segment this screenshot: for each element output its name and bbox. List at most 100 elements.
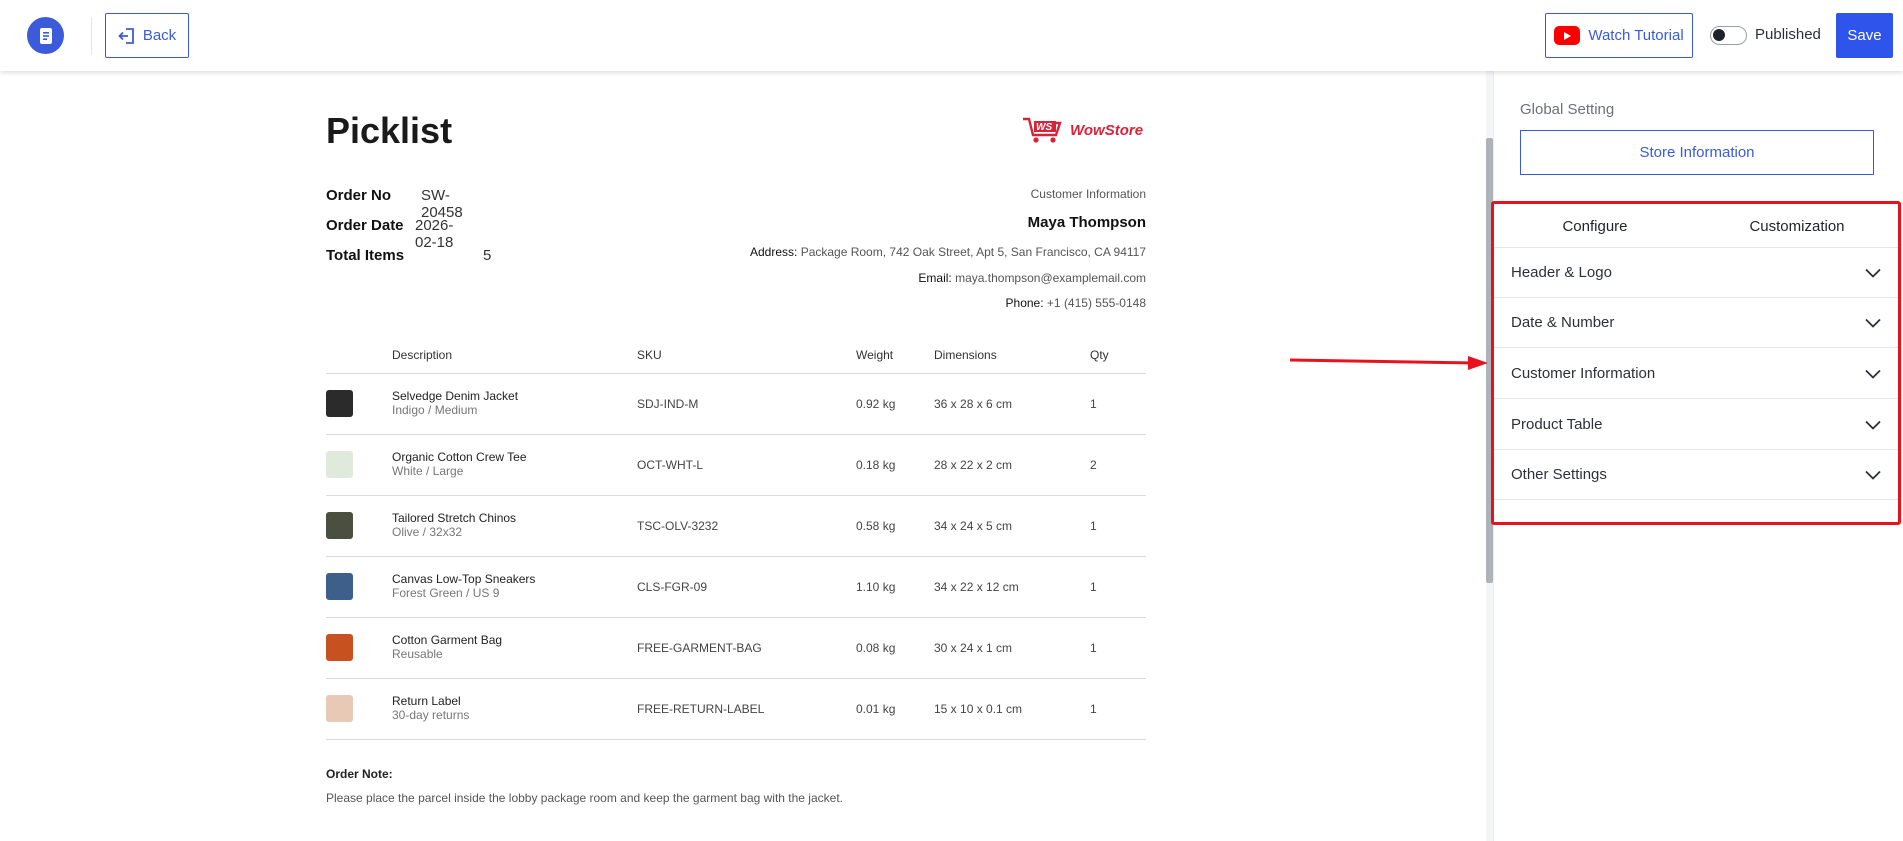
customer-heading: Customer Information (1030, 187, 1146, 201)
published-label: Published (1755, 26, 1821, 43)
product-thumbnail (326, 695, 353, 722)
product-name: Return Label (392, 694, 461, 708)
save-button[interactable]: Save (1836, 13, 1893, 58)
qty-cell: 2 (1090, 434, 1146, 496)
meta-value: 5 (483, 247, 492, 264)
sku-cell: OCT-WHT-L (637, 434, 856, 496)
thumb-cell (326, 495, 392, 557)
highlight-box (1491, 201, 1901, 525)
product-variant: White / Large (392, 464, 464, 478)
phone-value: +1 (415) 555-0148 (1046, 296, 1146, 310)
weight-cell: 0.92 kg (856, 373, 934, 435)
dimensions-cell: 15 x 10 x 0.1 cm (934, 678, 1090, 740)
customer-name: Maya Thompson (1027, 214, 1146, 231)
table-row: Canvas Low-Top Sneakers Forest Green / US… (326, 556, 1146, 618)
description-cell: Tailored Stretch Chinos Olive / 32x32 (392, 495, 637, 557)
email-label: Email: (918, 271, 952, 285)
col-sku: SKU (637, 337, 856, 374)
qty-cell: 1 (1090, 617, 1146, 679)
customer-email: Email: maya.thompson@examplemail.com (918, 271, 1146, 285)
watch-tutorial-label: Watch Tutorial (1588, 27, 1684, 44)
weight-cell: 1.10 kg (856, 556, 934, 618)
thumb-cell (326, 678, 392, 740)
dimensions-cell: 28 x 22 x 2 cm (934, 434, 1090, 496)
table-header-row: Description SKU Weight Dimensions Qty (326, 337, 1146, 374)
meta-value: 2026-02-18 (415, 217, 454, 251)
product-table: Description SKU Weight Dimensions Qty Se… (326, 337, 1146, 740)
thumb-cell (326, 373, 392, 435)
store-logo: WS WowStore (1022, 115, 1143, 145)
product-name: Tailored Stretch Chinos (392, 511, 517, 525)
weight-cell: 0.01 kg (856, 678, 934, 740)
divider (91, 17, 92, 55)
qty-cell: 1 (1090, 678, 1146, 740)
youtube-icon (1554, 26, 1581, 45)
receipt-icon[interactable] (27, 17, 64, 54)
description-cell: Return Label 30-day returns (392, 678, 637, 740)
top-bar: Back Watch Tutorial Published Save (0, 0, 1903, 71)
order-number: Order No SW-20458 (326, 187, 463, 221)
annotation-arrow (1290, 356, 1488, 370)
page-title: Picklist (326, 110, 453, 151)
weight-cell: 0.58 kg (856, 495, 934, 557)
back-button[interactable]: Back (105, 13, 189, 58)
order-note-label: Order Note: (326, 767, 393, 781)
table-row: Selvedge Denim Jacket Indigo / Medium SDJ-… (326, 373, 1146, 435)
description-cell: Cotton Garment Bag Reusable (392, 617, 637, 679)
product-variant: Reusable (392, 647, 443, 661)
col-description: Description (392, 337, 637, 374)
order-note-text: Please place the parcel inside the lobby… (326, 791, 843, 805)
store-information-button[interactable]: Store Information (1520, 130, 1874, 175)
published-toggle[interactable] (1710, 26, 1747, 45)
total-items: Total Items 5 (326, 247, 491, 264)
product-variant: Forest Green / US 9 (392, 586, 500, 600)
address-label: Address: (749, 245, 798, 259)
product-thumbnail (326, 390, 353, 417)
table-row: Organic Cotton Crew Tee White / Large OCT-… (326, 434, 1146, 496)
col-weight: Weight (856, 337, 934, 374)
sku-cell: FREE-RETURN-LABEL (637, 678, 856, 740)
sku-cell: CLS-FGR-09 (637, 556, 856, 618)
meta-label: Order Date (326, 217, 404, 234)
product-variant: 30-day returns (392, 708, 470, 722)
thumb-cell (326, 617, 392, 679)
sku-cell: SDJ-IND-M (637, 373, 856, 435)
email-value: maya.thompson@examplemail.com (955, 271, 1146, 285)
order-date: Order Date 2026-02-18 (326, 217, 453, 251)
product-name: Organic Cotton Crew Tee (392, 450, 527, 464)
product-thumbnail (326, 573, 353, 600)
product-name: Cotton Garment Bag (392, 633, 503, 647)
svg-text:WS: WS (1036, 122, 1052, 133)
back-arrow-icon (118, 27, 134, 44)
address-value: Package Room, 742 Oak Street, Apt 5, San… (800, 245, 1146, 259)
thumb-cell (326, 556, 392, 618)
meta-label: Order No (326, 187, 392, 204)
meta-value: SW-20458 (421, 187, 463, 221)
dimensions-cell: 34 x 22 x 12 cm (934, 556, 1090, 618)
product-thumbnail (326, 451, 353, 478)
col-dimensions: Dimensions (934, 337, 1090, 374)
sku-cell: FREE-GARMENT-BAG (637, 617, 856, 679)
table-row: Tailored Stretch Chinos Olive / 32x32 TSC-… (326, 495, 1146, 557)
thumb-cell (326, 434, 392, 496)
meta-label: Total Items (326, 247, 405, 264)
weight-cell: 0.18 kg (856, 434, 934, 496)
product-variant: Olive / 32x32 (392, 525, 463, 539)
global-setting-label: Global Setting (1520, 101, 1615, 118)
col-qty: Qty (1090, 337, 1146, 374)
product-variant: Indigo / Medium (392, 403, 478, 417)
description-cell: Selvedge Denim Jacket Indigo / Medium (392, 373, 637, 435)
dimensions-cell: 34 x 24 x 5 cm (934, 495, 1090, 557)
dimensions-cell: 30 x 24 x 1 cm (934, 617, 1090, 679)
qty-cell: 1 (1090, 495, 1146, 557)
table-row: Cotton Garment Bag Reusable FREE-GARMENT-B… (326, 617, 1146, 679)
qty-cell: 1 (1090, 556, 1146, 618)
watch-tutorial-button[interactable]: Watch Tutorial (1545, 13, 1693, 58)
product-thumbnail (326, 634, 353, 661)
customer-address: Address: Package Room, 742 Oak Street, A… (750, 245, 1146, 259)
cart-icon: WS (1023, 117, 1062, 143)
product-thumbnail (326, 512, 353, 539)
dimensions-cell: 36 x 28 x 6 cm (934, 373, 1090, 435)
customer-phone: Phone: +1 (415) 555-0148 (1006, 296, 1146, 310)
logo-text: WowStore (1070, 121, 1144, 139)
